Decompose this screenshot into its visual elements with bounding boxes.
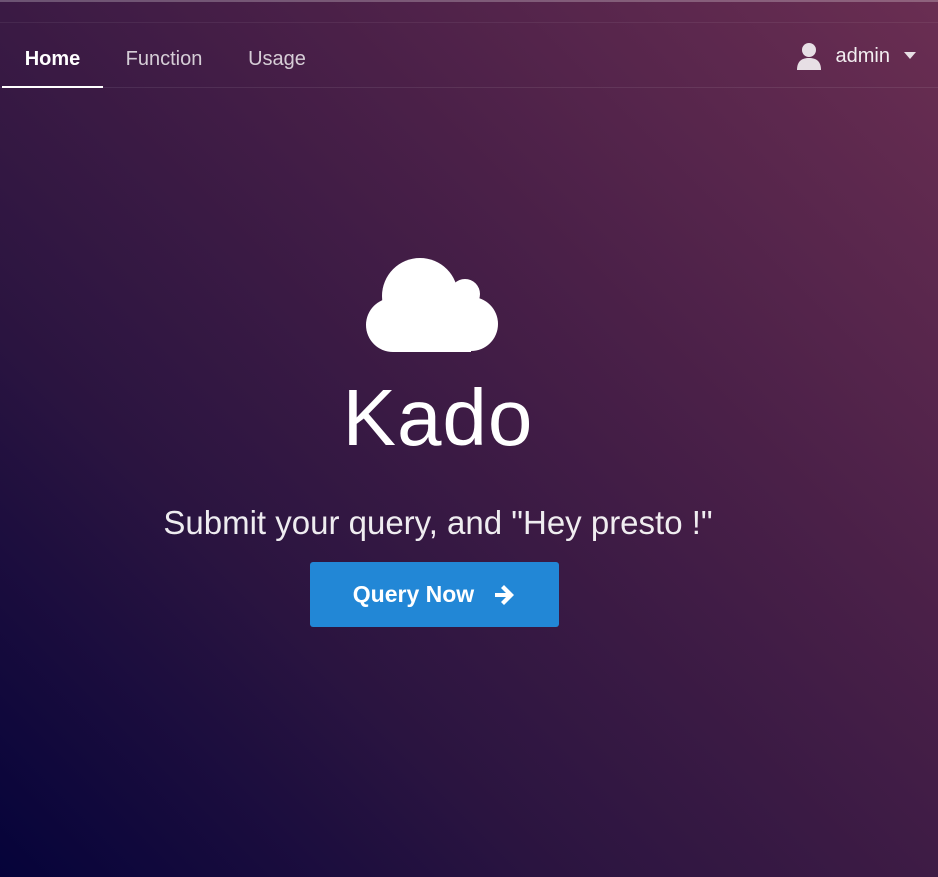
tab-usage[interactable]: Usage — [236, 23, 318, 87]
user-menu[interactable]: admin — [796, 41, 916, 71]
user-icon — [796, 43, 821, 70]
tab-home[interactable]: Home — [2, 23, 103, 88]
cloud-icon — [366, 258, 498, 352]
user-name: admin — [835, 44, 890, 67]
brand-title: Kado — [342, 373, 534, 462]
tab-function[interactable]: Function — [110, 23, 218, 87]
query-now-button[interactable]: Query Now — [310, 562, 559, 627]
query-now-label: Query Now — [352, 581, 475, 607]
arrow-right-icon — [495, 584, 515, 605]
tagline: Submit your query, and "Hey presto !" — [163, 504, 713, 541]
top-navbar: Home Function Usage admin — [0, 22, 938, 88]
caret-down-icon — [904, 52, 916, 59]
window-top-border — [0, 0, 938, 2]
